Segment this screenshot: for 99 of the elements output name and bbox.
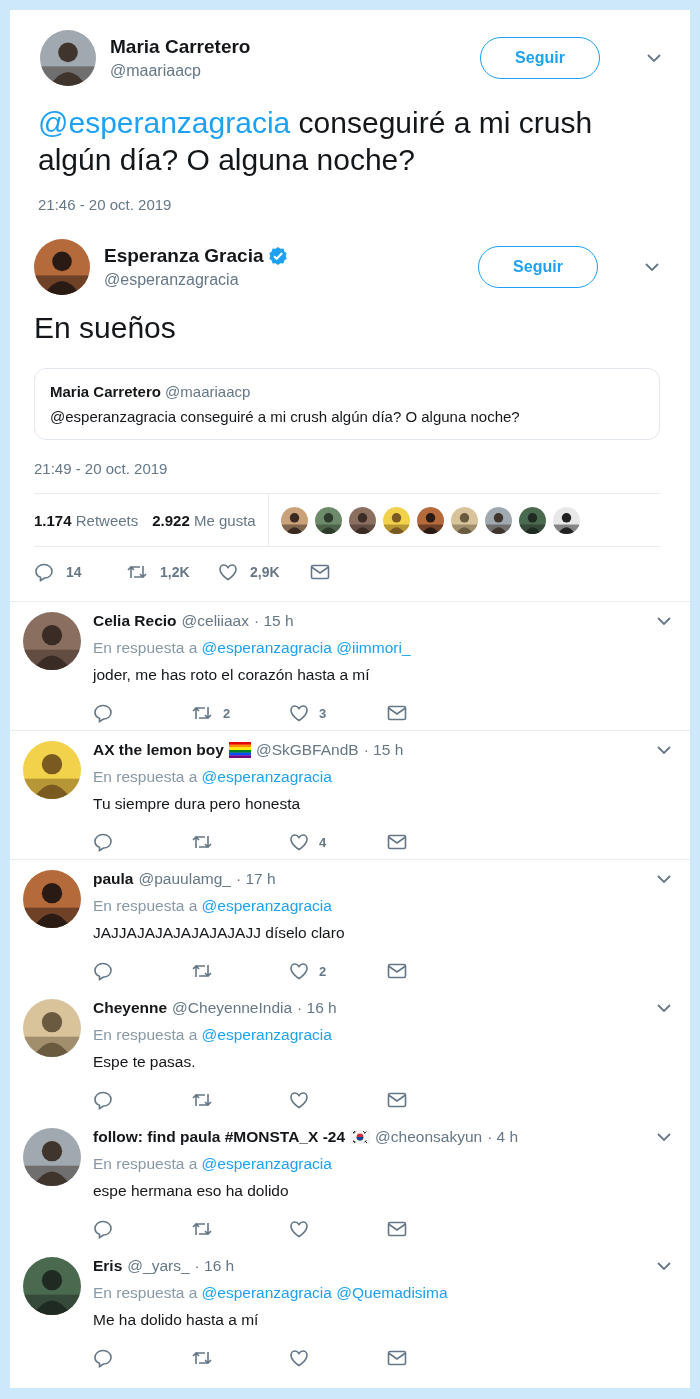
user-handle[interactable]: @SkGBFAndB — [255, 741, 359, 759]
mail-icon[interactable] — [387, 962, 407, 980]
reply-text: Me ha dolido hasta a mí — [93, 1311, 260, 1329]
reply-icon[interactable] — [93, 1348, 113, 1368]
chevron-down-icon[interactable] — [656, 1003, 672, 1013]
reply-prefix: En respuesta a — [93, 768, 198, 785]
rainbow-flag-icon — [228, 742, 251, 758]
quoted-text: @esperanzagracia conseguiré a mi crush algún día? O alguna noche? — [50, 408, 521, 425]
heart-icon[interactable] — [218, 562, 238, 582]
reply-time: · 16 h — [297, 999, 337, 1017]
user-name[interactable]: Maria Carretero — [110, 36, 466, 58]
mention-link[interactable]: @esperanzagracia — [38, 106, 291, 139]
reply-icon[interactable] — [34, 562, 54, 582]
reply-time: · 15 h — [254, 612, 294, 630]
user-name[interactable]: AX the lemon boy — [93, 741, 224, 759]
quoted-user-name: Maria Carretero — [50, 383, 161, 400]
tweet-text: @esperanzagracia conseguiré a mi crush algún día? O alguna noche? — [38, 105, 594, 178]
mention-link[interactable]: @esperanzagracia — [201, 1284, 332, 1301]
retweet-count: 1,2K — [160, 564, 190, 580]
user-handle[interactable]: @maariaacp — [110, 62, 466, 80]
reply-icon[interactable] — [93, 832, 113, 852]
user-handle[interactable]: @CheyenneIndia — [172, 999, 293, 1017]
stat-count[interactable]: 1.174 Retweets — [34, 511, 139, 529]
reply-row[interactable]: paula @pauulamg_ · 17 h En respuesta a @esperanzagracia JAJJAJAJAJAJAJAJAJJ díselo claro 2 — [10, 860, 690, 989]
user-name[interactable]: Celia Recio — [93, 612, 177, 630]
mail-icon[interactable] — [387, 1220, 407, 1238]
chevron-down-icon[interactable] — [646, 53, 662, 63]
mail-icon[interactable] — [310, 563, 330, 581]
reply-prefix: En respuesta a — [93, 639, 198, 656]
user-handle[interactable]: @_yars_ — [127, 1257, 190, 1275]
user-handle[interactable]: @esperanzagracia — [104, 271, 464, 289]
mail-icon[interactable] — [387, 1349, 407, 1367]
mention-link[interactable]: @Quemadisima — [336, 1284, 448, 1301]
chevron-down-icon[interactable] — [656, 1132, 672, 1142]
quoted-tweet[interactable]: Maria Carretero @maariaacp @esperanzagracia conseguiré a mi crush algún día? O alguna noche? — [34, 368, 660, 440]
user-name[interactable]: paula — [93, 870, 134, 888]
chevron-down-icon[interactable] — [644, 262, 660, 272]
user-name[interactable]: Cheyenne — [93, 999, 168, 1017]
user-handle[interactable]: @pauulamg_ — [138, 870, 231, 888]
reply-text: Espe te pasas. — [93, 1053, 197, 1071]
reply-row[interactable]: AX the lemon boy @SkGBFAndB · 15 h En respuesta a @esperanzagracia Tu siempre dura pero honesta 4 — [10, 731, 690, 860]
user-handle[interactable]: @celiiaax — [181, 612, 249, 630]
reply-row[interactable]: follow: find paula #MONSTA_X -24 @cheonsakyun · 4 h En respuesta a @esperanzagracia espe hermana eso ha dolido — [10, 1118, 690, 1247]
reply-time: · 16 h — [194, 1257, 235, 1275]
follow-button[interactable]: Seguir — [478, 246, 598, 288]
reply-time: · 4 h — [487, 1128, 519, 1146]
stat-count[interactable]: 2.922 Me gusta — [152, 511, 256, 529]
reply-text: espe hermana eso ha dolido — [93, 1182, 290, 1200]
mail-icon[interactable] — [387, 833, 407, 851]
user-handle[interactable]: @cheonsakyun — [375, 1128, 483, 1146]
reply-text: Tu siempre dura pero honesta — [93, 795, 302, 813]
heart-icon[interactable] — [289, 1348, 309, 1368]
reply-text: joder, me has roto el corazón hasta a mí — [93, 666, 371, 684]
heart-icon[interactable] — [289, 1219, 309, 1239]
retweet-count: 2 — [223, 705, 231, 721]
chevron-down-icon[interactable] — [656, 616, 672, 626]
mention-link[interactable]: @esperanzagracia — [201, 1155, 332, 1172]
chevron-down-icon[interactable] — [656, 1261, 672, 1271]
heart-icon[interactable] — [289, 1090, 309, 1110]
mail-icon[interactable] — [387, 704, 407, 722]
reply-text: JAJJAJAJAJAJAJAJAJJ díselo claro — [93, 924, 346, 942]
heart-icon[interactable] — [289, 832, 309, 852]
reply-time: · 17 h — [235, 870, 276, 888]
follow-button[interactable]: Seguir — [480, 37, 600, 79]
mention-link[interactable]: @iimmori_ — [336, 639, 411, 656]
reply-prefix: En respuesta a — [93, 1284, 198, 1301]
korea-flag-icon — [350, 1130, 371, 1144]
like-count: 2 — [319, 963, 327, 979]
tweet-timestamp: 21:49 - 20 oct. 2019 — [34, 460, 169, 477]
like-count: 4 — [319, 834, 327, 850]
reply-row[interactable]: Cheyenne @CheyenneIndia · 16 h En respuesta a @esperanzagracia Espe te pasas. — [10, 989, 690, 1118]
like-count: 2,9K — [250, 564, 280, 580]
reply-prefix: En respuesta a — [93, 897, 198, 914]
mention-link[interactable]: @esperanzagracia — [201, 1026, 332, 1043]
reply-row[interactable]: Eris @_yars_ · 16 h En respuesta a @esperanzagracia @Quemadisima Me ha dolido hasta a mí — [10, 1247, 690, 1376]
reply-icon[interactable] — [93, 1219, 113, 1239]
user-name[interactable]: follow: find paula #MONSTA_X -24 — [93, 1128, 346, 1146]
tweet-text: En sueños — [34, 310, 177, 346]
reply-time: · 15 h — [363, 741, 404, 759]
reply-prefix: En respuesta a — [93, 1155, 198, 1172]
tweet-timestamp: 21:46 - 20 oct. 2019 — [38, 196, 173, 213]
mention-link[interactable]: @esperanzagracia — [201, 897, 332, 914]
reply-count: 14 — [66, 564, 82, 580]
chevron-down-icon[interactable] — [656, 745, 672, 755]
user-name[interactable]: Eris — [93, 1257, 123, 1275]
reply-icon[interactable] — [93, 961, 113, 981]
mail-icon[interactable] — [387, 1091, 407, 1109]
reply-row[interactable]: Celia Recio @celiiaax · 15 h En respuesta a @esperanzagracia @iimmori_ joder, me has roto el corazón hasta a mí 2 3 — [10, 602, 690, 731]
user-name[interactable]: Esperanza Gracia — [104, 245, 264, 267]
mention-link[interactable]: @esperanzagracia — [201, 639, 332, 656]
heart-icon[interactable] — [289, 961, 309, 981]
quoted-user-handle: @maariaacp — [165, 383, 251, 400]
reply-prefix: En respuesta a — [93, 1026, 198, 1043]
mention-link[interactable]: @esperanzagracia — [201, 768, 332, 785]
reply-icon[interactable] — [93, 1090, 113, 1110]
chevron-down-icon[interactable] — [656, 874, 672, 884]
heart-icon[interactable] — [289, 703, 309, 723]
like-count: 3 — [319, 705, 327, 721]
reply-icon[interactable] — [93, 703, 113, 723]
